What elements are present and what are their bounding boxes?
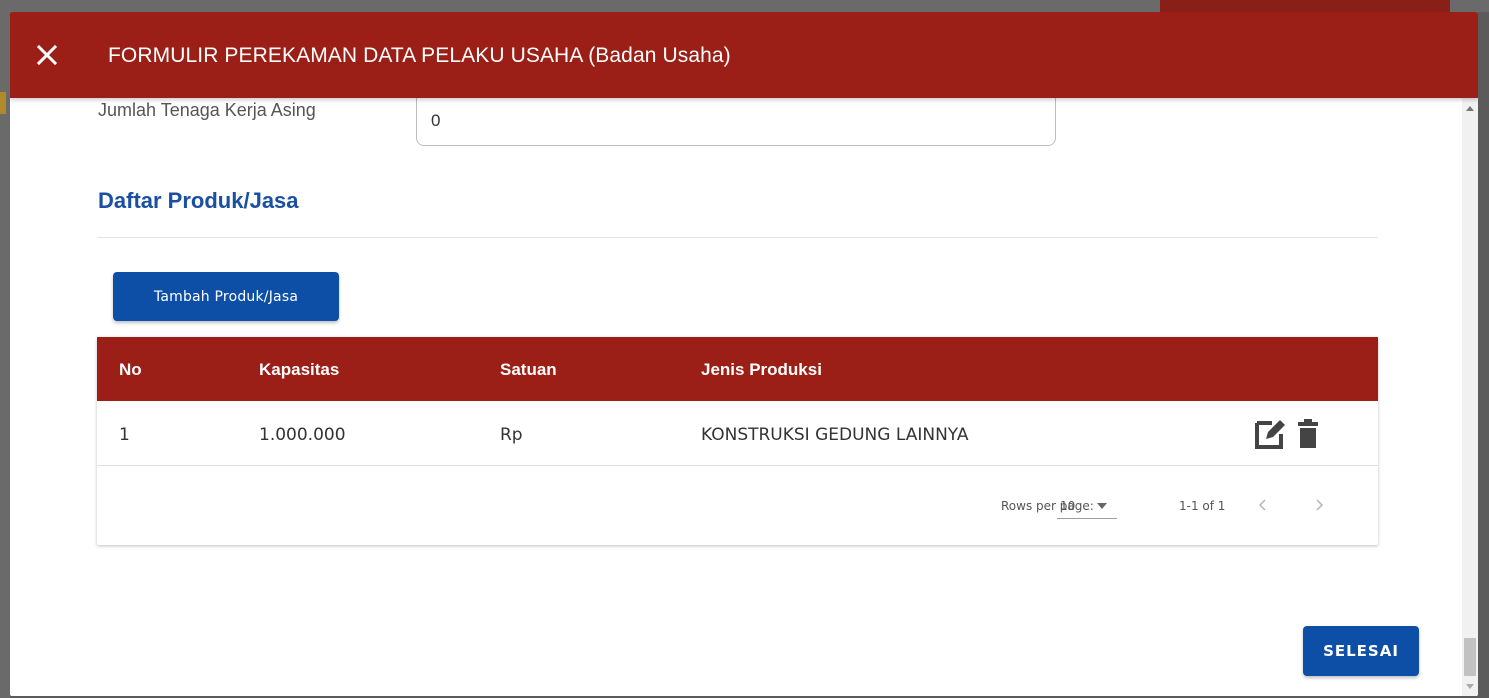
column-header-no: No (119, 360, 142, 379)
background-app-bar (0, 0, 1489, 12)
cell-kapasitas: 1.000.000 (259, 425, 346, 445)
section-divider (98, 237, 1378, 238)
cell-jenis-produksi: KONSTRUKSI GEDUNG LAINNYA (701, 425, 969, 445)
vertical-scrollbar[interactable] (1462, 98, 1478, 696)
scroll-up-icon[interactable] (1466, 106, 1474, 111)
rows-per-page-select[interactable]: 10 (1057, 489, 1117, 519)
column-header-satuan: Satuan (500, 360, 557, 379)
form-dialog: FORMULIR PEREKAMAN DATA PELAKU USAHA (Ba… (10, 12, 1478, 696)
rows-per-page-value: 10 (1060, 499, 1076, 513)
products-table: No Kapasitas Satuan Jenis Produksi 1 1.0… (97, 337, 1378, 545)
column-header-kapasitas: Kapasitas (259, 360, 340, 379)
dialog-title: FORMULIR PEREKAMAN DATA PELAKU USAHA (Ba… (108, 44, 731, 67)
cell-satuan: Rp (500, 425, 523, 445)
products-section-title: Daftar Produk/Jasa (98, 188, 299, 213)
background-sidebar (0, 12, 10, 698)
previous-page-icon[interactable] (1255, 497, 1271, 513)
background-app-strip (1160, 0, 1450, 12)
foreign-workers-value: 0 (431, 111, 441, 130)
cell-no: 1 (119, 425, 130, 445)
background-marker (0, 92, 6, 114)
add-product-button[interactable]: Tambah Produk/Jasa (113, 272, 339, 321)
table-row: 1 1.000.000 Rp KONSTRUKSI GEDUNG LAINNYA (97, 401, 1378, 466)
scroll-thumb[interactable] (1464, 638, 1476, 676)
table-header: No Kapasitas Satuan Jenis Produksi (97, 337, 1378, 401)
edit-icon[interactable] (1254, 416, 1288, 450)
scroll-down-icon[interactable] (1466, 684, 1474, 689)
foreign-workers-label: Jumlah Tenaga Kerja Asing (98, 100, 316, 120)
column-header-jenis-produksi: Jenis Produksi (701, 360, 822, 379)
close-icon[interactable] (36, 44, 58, 66)
caret-down-icon (1097, 503, 1107, 509)
dialog-header: FORMULIR PEREKAMAN DATA PELAKU USAHA (Ba… (10, 12, 1478, 98)
finish-button[interactable]: SELESAI (1303, 626, 1419, 676)
next-page-icon[interactable] (1311, 497, 1327, 513)
delete-icon[interactable] (1296, 419, 1320, 449)
pagination-range: 1-1 of 1 (1179, 499, 1226, 513)
